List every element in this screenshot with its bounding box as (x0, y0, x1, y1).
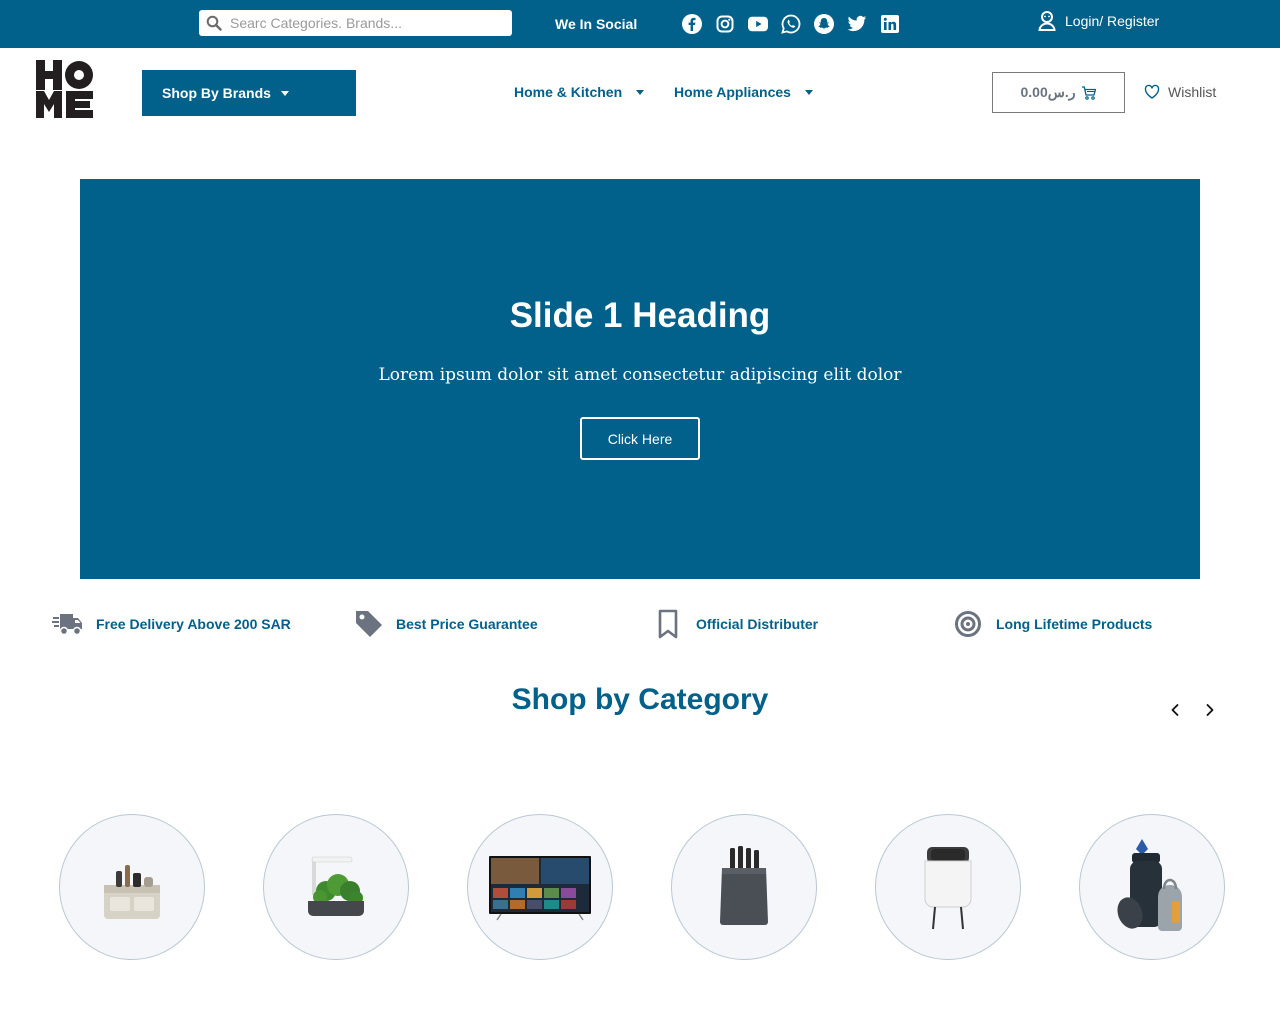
category-item[interactable] (875, 814, 1021, 960)
knife-block-icon (720, 846, 768, 925)
nav-home-kitchen-label: Home & Kitchen (514, 84, 623, 100)
nav-home-appliances-label: Home Appliances (674, 84, 791, 100)
search-icon (206, 15, 222, 31)
nav-home-appliances[interactable]: Home Appliances (674, 84, 813, 100)
truck-icon (52, 614, 82, 636)
snapchat-icon[interactable] (814, 13, 834, 35)
heart-icon (1144, 84, 1160, 99)
cooler-bag-icon (1117, 839, 1182, 931)
facebook-icon[interactable] (682, 13, 702, 35)
shop-by-brands-button[interactable]: Shop By Brands (142, 70, 356, 116)
category-item[interactable] (59, 814, 205, 960)
linkedin-icon[interactable] (880, 13, 900, 35)
login-register-link[interactable]: Login/ Register (1036, 10, 1159, 32)
wishlist-label: Wishlist (1168, 84, 1217, 100)
category-item[interactable] (1079, 814, 1225, 960)
cart-button[interactable]: 0.00ر.س (992, 72, 1125, 113)
target-icon (955, 611, 981, 637)
user-icon (1038, 11, 1056, 31)
category-item[interactable] (467, 814, 613, 960)
chevron-down-icon (804, 89, 813, 95)
search-box[interactable] (199, 10, 512, 36)
chevron-down-icon (636, 89, 645, 95)
chevron-right-icon[interactable] (1203, 702, 1217, 718)
hero-cta-button[interactable]: Click Here (580, 417, 700, 460)
search-input[interactable] (230, 11, 512, 35)
nav-home-kitchen[interactable]: Home & Kitchen (514, 84, 645, 100)
hero-text: Lorem ipsum dolor sit amet consectetur a… (378, 365, 902, 385)
feature-best-price: Best Price Guarantee (354, 608, 538, 640)
feature-label: Official Distributer (696, 616, 819, 632)
wishlist-link[interactable]: Wishlist (1144, 84, 1216, 100)
twitter-icon[interactable] (847, 13, 867, 35)
feature-label: Long Lifetime Products (996, 616, 1153, 632)
cart-icon (1081, 85, 1096, 100)
tag-icon (356, 611, 382, 637)
hero-slider: Slide 1 Heading Lorem ipsum dolor sit am… (80, 179, 1200, 579)
category-title: Shop by Category (511, 683, 769, 716)
whatsapp-icon[interactable] (781, 13, 801, 35)
chevron-down-icon (280, 90, 289, 96)
youtube-icon[interactable] (748, 13, 768, 35)
hero-heading: Slide 1 Heading (509, 296, 771, 335)
instagram-icon[interactable] (715, 13, 735, 35)
home-of-tomorrow-logo[interactable] (34, 59, 96, 125)
top-bar: We In Social Login/ Register (0, 0, 1280, 48)
bookmark-icon (658, 609, 678, 639)
feature-long-lifetime: Long Lifetime Products (954, 608, 1152, 640)
social-label: We In Social (555, 16, 638, 32)
feature-official-distributer: Official Distributer (656, 608, 818, 640)
feature-free-delivery: Free Delivery Above 200 SAR (52, 608, 291, 640)
category-item[interactable] (263, 814, 409, 960)
pedal-bin-icon (924, 847, 972, 930)
shop-by-brands-label: Shop By Brands (162, 85, 271, 101)
login-label: Login/ Register (1065, 13, 1160, 29)
television-icon (489, 856, 591, 921)
social-links (682, 13, 900, 35)
chevron-left-icon[interactable] (1168, 702, 1182, 718)
cart-amount: 0.00ر.س (1020, 84, 1076, 100)
feature-label: Best Price Guarantee (396, 616, 538, 632)
feature-label: Free Delivery Above 200 SAR (96, 616, 291, 632)
organizer-icon (104, 865, 160, 919)
category-item[interactable] (671, 814, 817, 960)
herb-garden-icon (308, 856, 364, 916)
